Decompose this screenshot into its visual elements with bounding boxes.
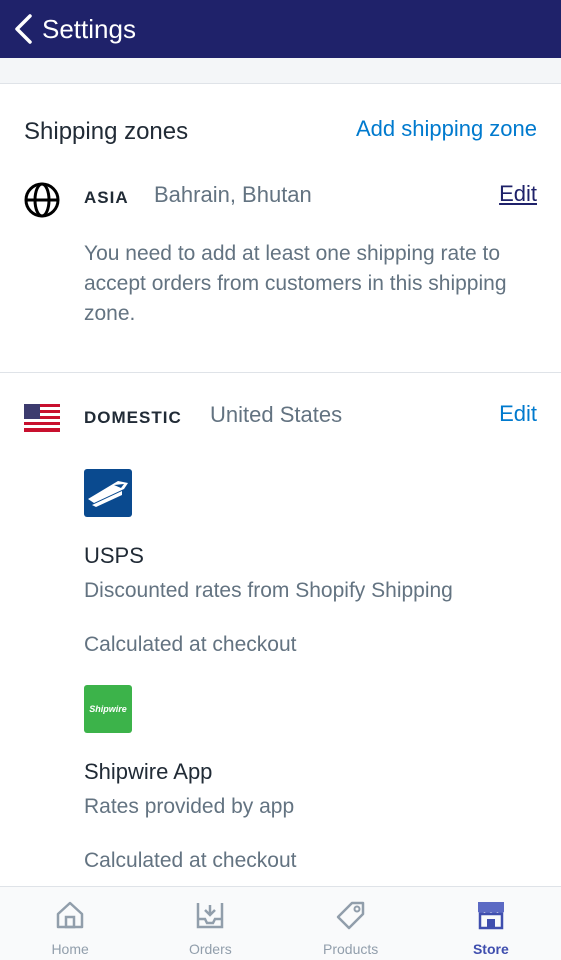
zone-code: DOMESTIC	[84, 408, 182, 427]
globe-icon	[24, 182, 60, 218]
tag-icon	[336, 901, 364, 930]
zone-code: ASIA	[84, 188, 129, 207]
zone-countries: United States	[210, 402, 343, 427]
store-icon	[477, 902, 504, 930]
bottom-tab-bar: Home Orders Products Store	[0, 886, 561, 960]
tab-label: Home	[51, 941, 89, 957]
chevron-left-icon	[15, 14, 32, 44]
carrier-name-shipwire: Shipwire App	[84, 759, 213, 784]
usps-eagle-icon	[88, 481, 128, 507]
orders-inbox-icon	[197, 903, 224, 929]
carrier-rate-usps: Calculated at checkout	[84, 633, 297, 656]
divider	[0, 372, 561, 373]
no-rate-warning: You need to add at least one shipping ra…	[84, 242, 507, 325]
tab-orders[interactable]: Orders	[140, 887, 280, 960]
zone-row-domestic: DOMESTIC United States Edit	[0, 398, 561, 438]
shipwire-logo-icon: Shipwire	[84, 685, 132, 733]
shipwire-logo-text: Shipwire	[89, 704, 127, 714]
tab-label: Products	[323, 941, 379, 957]
tab-home[interactable]: Home	[0, 887, 140, 960]
back-label: Settings	[42, 13, 136, 44]
section-gap	[0, 58, 561, 84]
carrier-rate-shipwire: Calculated at checkout	[84, 849, 297, 872]
zone-row-asia: ASIA Bahrain, Bhutan Edit	[0, 178, 561, 218]
tab-products[interactable]: Products	[281, 887, 421, 960]
carrier-description-usps: Discounted rates from Shopify Shipping	[84, 579, 453, 602]
carrier-description-shipwire: Rates provided by app	[84, 795, 295, 818]
us-flag-icon	[24, 404, 60, 432]
tab-label: Orders	[188, 941, 232, 957]
carrier-name-usps: USPS	[84, 543, 144, 568]
back-button[interactable]: Settings	[0, 0, 136, 58]
zone-countries: Bahrain, Bhutan	[154, 182, 312, 207]
tab-label: Store	[472, 941, 509, 957]
top-nav-bar: Settings	[0, 0, 561, 58]
section-title: Shipping zones	[24, 118, 189, 145]
home-icon	[56, 901, 84, 929]
shipping-zones-card: Shipping zones Add shipping zone ASIA Ba…	[0, 84, 561, 886]
edit-zone-domestic-link[interactable]: Edit	[499, 401, 537, 427]
edit-zone-asia-link[interactable]: Edit	[499, 181, 537, 207]
add-shipping-zone-link[interactable]: Add shipping zone	[356, 116, 537, 142]
card-header: Shipping zones Add shipping zone	[0, 84, 561, 174]
usps-logo-icon	[84, 469, 132, 517]
tab-store[interactable]: Store	[421, 887, 561, 960]
